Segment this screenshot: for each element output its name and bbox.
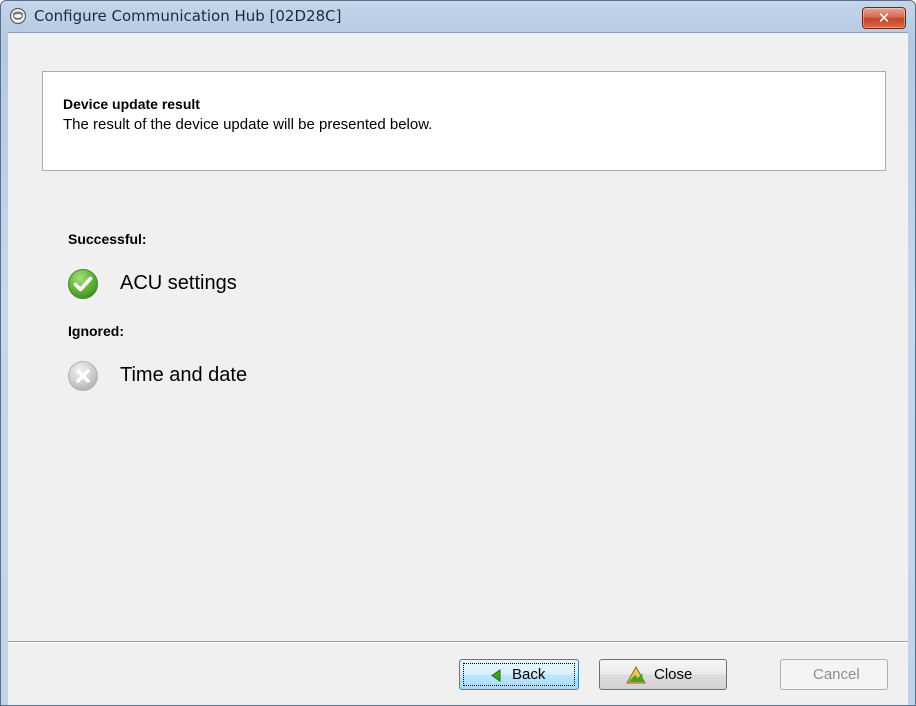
successful-label: Successful:: [68, 231, 147, 247]
close-button[interactable]: Close: [599, 659, 727, 690]
title-bar[interactable]: Configure Communication Hub [02D28C] ✕: [1, 1, 915, 31]
ignored-label: Ignored:: [68, 323, 124, 339]
close-button-label: Close: [654, 666, 693, 683]
back-button-label: Back: [512, 666, 546, 683]
header-panel: Device update result The result of the d…: [42, 71, 886, 171]
result-text: Time and date: [120, 364, 248, 386]
back-button[interactable]: Back: [459, 659, 579, 690]
window-title: Configure Communication Hub [02D28C]: [34, 7, 342, 25]
header-subtitle: The result of the device update will be …: [63, 116, 433, 133]
dialog-window: Configure Communication Hub [02D28C] ✕ D…: [0, 0, 916, 706]
close-icon: ✕: [877, 9, 891, 27]
check-circle-icon: [68, 269, 98, 299]
hub-icon: [9, 7, 27, 25]
dialog-client-area: Device update result The result of the d…: [8, 32, 908, 705]
x-circle-icon: [68, 361, 98, 391]
warning-triangle-icon: [626, 666, 646, 684]
back-arrow-icon: [491, 669, 501, 682]
cancel-button[interactable]: Cancel: [780, 659, 888, 690]
cancel-button-label: Cancel: [813, 666, 860, 683]
header-title: Device update result: [63, 96, 200, 112]
window-close-button[interactable]: ✕: [862, 7, 906, 29]
footer-divider: [8, 641, 908, 643]
result-text: ACU settings: [120, 272, 237, 294]
